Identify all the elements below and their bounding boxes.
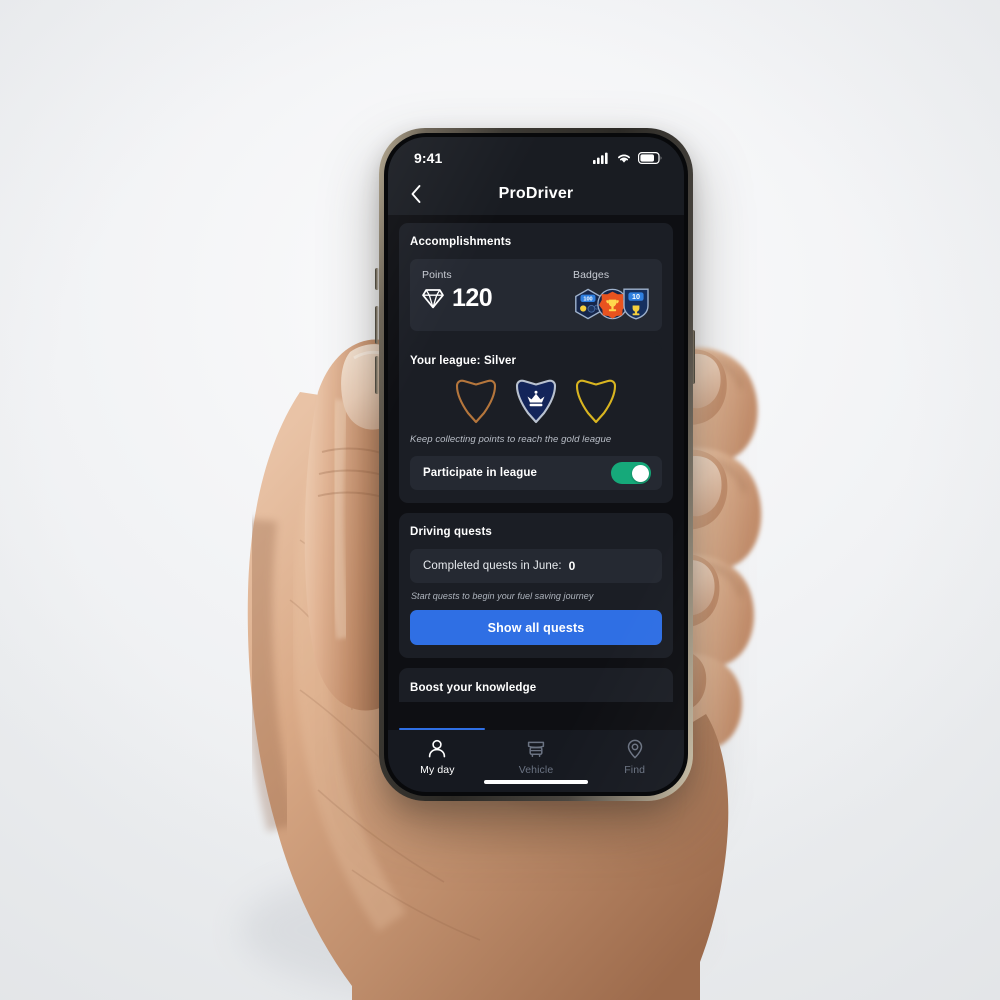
scroll-content[interactable]: Accomplishments Points 120 Badges 100 10… [388, 215, 684, 730]
phone-bezel: 9:41 ProDriver Accomplishments Points 12… [384, 133, 688, 796]
wifi-icon [618, 154, 630, 163]
gold-shield-icon [575, 379, 617, 424]
driving-quests-card: Driving quests Completed quests in June:… [399, 513, 673, 658]
league-card: Your league: Silver Keep collecting poin… [410, 342, 662, 490]
completed-quests-count: 0 [568, 559, 576, 573]
points-value: 120 [452, 284, 493, 312]
status-bar: 9:41 [388, 137, 684, 173]
league-tier-row [410, 377, 662, 425]
silver-shield-icon [515, 379, 557, 424]
location-pin-icon [627, 739, 642, 759]
tab-my-day-label: My day [420, 764, 455, 776]
league-hint: Keep collecting points to reach the gold… [410, 434, 612, 445]
nav-bar: ProDriver [388, 173, 684, 215]
points-badges-panel: Points 120 Badges 100 10 [410, 259, 662, 331]
truck-icon [527, 741, 545, 757]
badges-label: Badges [573, 269, 610, 281]
boost-knowledge-card[interactable]: Boost your knowledge [399, 668, 673, 702]
cellular-signal-icon [593, 152, 608, 164]
back-button[interactable] [402, 180, 430, 208]
tab-find[interactable]: Find [585, 738, 684, 776]
tab-vehicle[interactable]: Vehicle [487, 738, 586, 776]
tab-find-label: Find [624, 764, 646, 776]
svg-text:100: 100 [583, 296, 592, 302]
boost-knowledge-title: Boost your knowledge [410, 682, 537, 694]
show-all-quests-button[interactable]: Show all quests [410, 610, 662, 645]
person-icon [429, 739, 446, 758]
badges-block: Badges 100 10 [573, 269, 650, 320]
tab-my-day[interactable]: My day [388, 738, 487, 776]
accomplishments-card: Accomplishments Points 120 Badges 100 10… [399, 223, 673, 503]
league-title: Your league: Silver [410, 355, 517, 367]
badge-10-shield-icon: 10 [623, 288, 649, 320]
accomplishments-title: Accomplishments [410, 236, 512, 248]
status-bar-icons [593, 152, 662, 164]
bronze-shield-icon [455, 379, 497, 424]
driving-quests-title: Driving quests [410, 526, 492, 538]
participate-in-league-toggle[interactable] [611, 462, 651, 484]
battery-icon [638, 152, 662, 164]
home-indicator[interactable] [484, 780, 588, 784]
svg-text:10: 10 [632, 292, 640, 301]
chevron-left-icon [411, 185, 421, 203]
phone-screen: 9:41 ProDriver Accomplishments Points 12… [388, 137, 684, 792]
toggle-knob [631, 464, 649, 482]
points-label: Points [422, 269, 452, 281]
badge-stack[interactable]: 100 10 [573, 287, 650, 320]
completed-quests-panel: Completed quests in June: 0 [410, 549, 662, 583]
quests-hint: Start quests to begin your fuel saving j… [411, 591, 594, 601]
participate-in-league-row[interactable]: Participate in league [410, 456, 662, 490]
points-block: Points 120 [422, 269, 493, 312]
page-title: ProDriver [498, 185, 574, 202]
completed-quests-label: Completed quests in June: [423, 560, 562, 572]
diamond-icon [422, 289, 444, 309]
status-bar-time: 9:41 [414, 150, 443, 166]
tab-vehicle-label: Vehicle [518, 764, 554, 776]
phone-device: 9:41 ProDriver Accomplishments Points 12… [379, 128, 693, 801]
bottom-tab-bar: My day Vehicle Find [388, 730, 684, 792]
participate-in-league-label: Participate in league [423, 467, 537, 479]
